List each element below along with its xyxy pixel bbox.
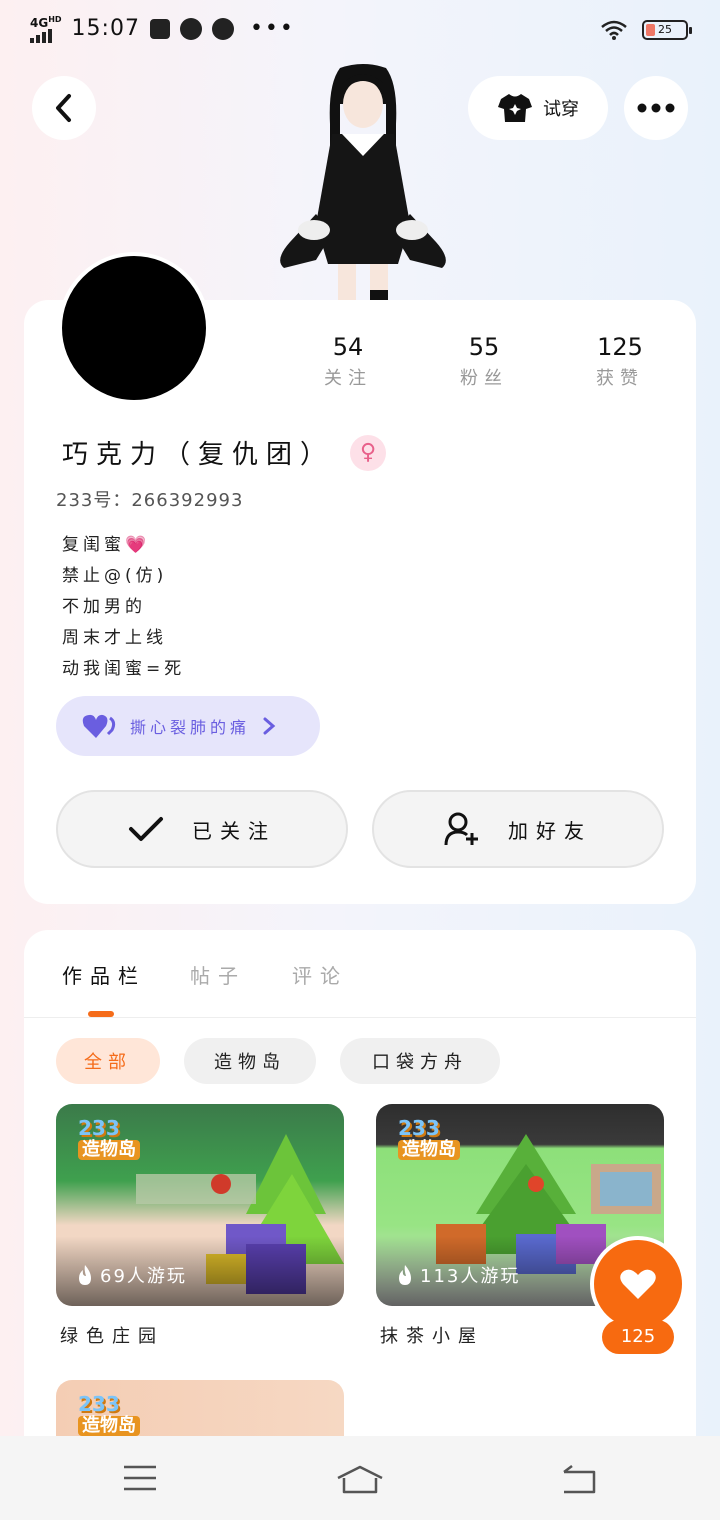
system-nav-bar — [0, 1436, 720, 1520]
followers-label: 粉丝 — [460, 368, 508, 389]
more-icon — [637, 103, 675, 113]
wifi-icon — [601, 20, 627, 40]
followers-stat[interactable]: 55 粉丝 — [424, 330, 544, 390]
logo-bottom: 造物岛 — [78, 1140, 140, 1160]
avatar[interactable] — [58, 252, 210, 404]
checkmark-icon — [129, 817, 163, 841]
heart-emoji-icon: 💗 — [125, 535, 151, 555]
like-button[interactable] — [590, 1236, 686, 1332]
broken-hearts-icon — [82, 714, 116, 738]
bio-line: 不加男的 — [62, 597, 146, 617]
battery-level: 25 — [658, 23, 672, 36]
followers-count: 55 — [468, 333, 500, 361]
user-id[interactable]: 233号：266392993 — [56, 486, 243, 512]
following-label: 关注 — [324, 368, 372, 389]
followed-label: 已关注 — [192, 818, 276, 843]
fire-icon — [79, 1265, 91, 1285]
bio-line: 复闺蜜 — [62, 535, 125, 555]
creation-island-logo: 233 造物岛 — [78, 1394, 140, 1436]
home-icon[interactable] — [336, 1464, 384, 1494]
play-notification-icon — [211, 17, 234, 40]
menu-icon[interactable] — [122, 1464, 158, 1492]
bio-line: 动我闺蜜=死 — [62, 659, 186, 679]
add-user-icon — [444, 812, 478, 846]
heart-icon — [620, 1269, 656, 1299]
shirt-icon — [498, 94, 532, 122]
name-row: 巧克力（复仇团） ♀ — [62, 434, 387, 471]
filter-chip-pocket-ark[interactable]: 口袋方舟 — [340, 1038, 500, 1084]
creation-island-logo: 233 造物岛 — [398, 1118, 460, 1160]
likes-count: 125 — [597, 333, 643, 361]
add-friend-button[interactable]: 加好友 — [372, 790, 664, 868]
tab-works[interactable]: 作品栏 — [62, 960, 146, 989]
status-bar: 4GHD 15:07 ••• 25 — [0, 0, 720, 60]
network-indicator: 4GHD — [30, 14, 62, 43]
try-on-button[interactable]: 试穿 — [468, 76, 608, 140]
logo-bottom: 造物岛 — [398, 1140, 460, 1160]
creation-island-logo: 233 造物岛 — [78, 1118, 140, 1160]
play-count: 69人游玩 — [76, 1262, 187, 1288]
game-card[interactable]: 233 造物岛 69人游玩 — [56, 1104, 344, 1306]
bio-line: 周末才上线 — [62, 628, 167, 648]
logo-top: 233 — [398, 1116, 440, 1140]
mood-tag-button[interactable]: 撕心裂肺的痛 — [56, 696, 320, 756]
add-friend-label: 加好友 — [508, 818, 592, 843]
network-type: 4G — [30, 16, 49, 30]
logo-top: 233 — [78, 1116, 120, 1140]
divider — [24, 1017, 696, 1018]
play-count-text: 113人游玩 — [420, 1266, 521, 1287]
try-on-label: 试穿 — [543, 99, 579, 120]
following-stat[interactable]: 54 关注 — [288, 330, 408, 390]
followed-button[interactable]: 已关注 — [56, 790, 348, 868]
more-button[interactable] — [624, 76, 688, 140]
logo-top: 233 — [78, 1392, 120, 1416]
play-count: 113人游玩 — [396, 1262, 520, 1288]
chevron-right-icon — [263, 717, 276, 735]
battery-icon: 25 — [642, 20, 692, 40]
filter-chip-creation-island[interactable]: 造物岛 — [184, 1038, 316, 1084]
back-button[interactable] — [32, 76, 96, 140]
clock: 15:07 — [71, 16, 140, 41]
likes-stat[interactable]: 125 获赞 — [560, 330, 680, 390]
avatar-character[interactable] — [270, 64, 456, 300]
bio: 复闺蜜💗 禁止@(仿) 不加男的 周末才上线 动我闺蜜=死 — [62, 530, 185, 685]
game-title[interactable]: 抹茶小屋 — [380, 1322, 484, 1348]
filter-chip-all[interactable]: 全部 — [56, 1038, 160, 1084]
game-card[interactable]: 233 造物岛 — [56, 1380, 344, 1436]
logo-bottom: 造物岛 — [78, 1416, 140, 1436]
fire-icon — [399, 1265, 411, 1285]
tab-posts[interactable]: 帖子 — [190, 960, 246, 989]
username: 巧克力（复仇团） — [62, 440, 335, 470]
mascot-notification-icon — [179, 17, 202, 40]
app-notification-icon — [149, 18, 170, 39]
signal-icon — [30, 29, 62, 43]
likes-label: 获赞 — [596, 368, 644, 389]
back-nav-icon[interactable] — [560, 1464, 598, 1494]
more-notifications-icon: ••• — [249, 16, 295, 41]
female-gender-icon: ♀ — [350, 434, 387, 471]
play-count-text: 69人游玩 — [100, 1266, 187, 1287]
hd-label: HD — [48, 15, 62, 24]
game-title[interactable]: 绿色庄园 — [60, 1322, 164, 1348]
tab-comments[interactable]: 评论 — [292, 960, 348, 989]
bio-line: 禁止@(仿) — [62, 566, 168, 586]
chevron-left-icon — [56, 94, 71, 122]
mood-tag-label: 撕心裂肺的痛 — [130, 718, 251, 737]
following-count: 54 — [332, 333, 364, 361]
like-count-badge: 125 — [602, 1320, 674, 1354]
